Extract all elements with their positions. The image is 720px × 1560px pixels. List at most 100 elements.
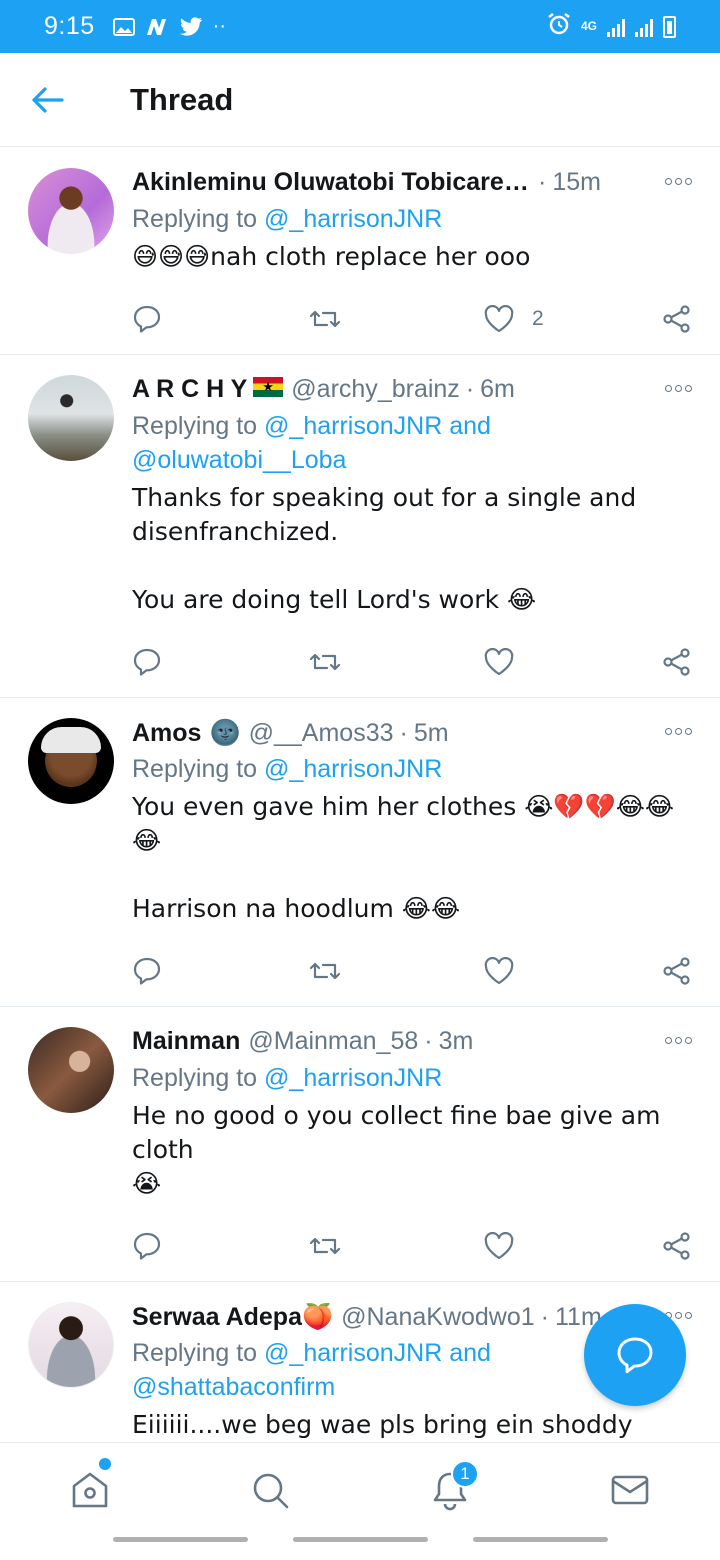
status-bar: 9:15 ·· 4G [0, 0, 720, 53]
reply-icon [133, 648, 161, 676]
retweet-button[interactable] [308, 304, 484, 334]
replying-to-label: Replying to [132, 755, 258, 783]
tweet-actions: 2 [132, 284, 696, 354]
reply-mention-link-2[interactable]: @shattabaconfirm [132, 1373, 335, 1401]
more-options-icon[interactable] [665, 385, 692, 392]
more-options-icon[interactable] [665, 728, 692, 735]
name-emoji: 🍑 [301, 1302, 334, 1331]
heart-icon [484, 305, 514, 333]
tweet-author-name[interactable]: Serwaa Adepa [132, 1303, 302, 1332]
retweet-button[interactable] [308, 647, 484, 677]
tweet-author-name[interactable]: A R C H Y [132, 375, 247, 404]
signal-icon [607, 17, 625, 37]
ghana-flag-emoji [253, 377, 284, 397]
avatar[interactable] [28, 1027, 114, 1113]
tweet-item[interactable]: Mainman @Mainman_58 · 3m Replying to @_h… [0, 1007, 720, 1282]
replying-to-label: Replying to [132, 1339, 258, 1367]
notification-badge: 1 [451, 1460, 479, 1488]
back-arrow-icon[interactable] [30, 70, 90, 130]
tweet-text: He no good o you collect fine bae give a… [132, 1101, 661, 1198]
gesture-bar [0, 1537, 720, 1542]
heart-icon [484, 1232, 514, 1260]
like-count: 2 [532, 307, 544, 330]
tweet-author-handle[interactable]: @Mainman_58 [248, 1027, 418, 1056]
messages-icon [611, 1475, 649, 1505]
tweet-author-name[interactable]: Amos [132, 719, 201, 748]
share-icon [663, 305, 690, 333]
tweet-time: 6m [480, 375, 515, 403]
tweet-actions [132, 1211, 696, 1281]
share-button[interactable] [662, 647, 692, 677]
search-icon [253, 1473, 289, 1509]
page-title: Thread [130, 81, 234, 117]
reply-button[interactable] [132, 956, 308, 986]
reply-icon [133, 957, 161, 985]
like-button[interactable] [484, 648, 660, 676]
retweet-icon [309, 310, 341, 328]
share-button[interactable] [662, 304, 692, 334]
more-options-icon[interactable] [665, 1037, 692, 1044]
share-icon [663, 648, 690, 676]
retweet-icon [309, 962, 341, 980]
share-button[interactable] [662, 1231, 692, 1261]
heart-icon [484, 648, 514, 676]
like-button[interactable]: 2 [484, 305, 660, 333]
nav-messages[interactable] [540, 1469, 720, 1511]
tweet-author-name[interactable]: Akinleminu Oluwatobi Tobicares … [132, 168, 532, 197]
tweet-text: 😅😅😅nah cloth replace her ooo [132, 242, 531, 271]
compose-reply-button[interactable] [584, 1304, 686, 1406]
tweet-author-handle[interactable]: @archy_brainz [291, 375, 460, 404]
more-options-icon[interactable] [665, 178, 692, 185]
share-button[interactable] [662, 956, 692, 986]
tweet-time: 15m [552, 168, 601, 196]
reply-mention-link[interactable]: @_harrisonJNR [264, 205, 442, 233]
avatar[interactable] [28, 718, 114, 804]
tweet-thread: Akinleminu Oluwatobi Tobicares … · 15m R… [0, 148, 720, 1477]
tweet-item[interactable]: A R C H Y @archy_brainz · 6m Replying to… [0, 355, 720, 698]
tweet-time: 3m [438, 1027, 474, 1055]
tweet-item[interactable]: Amos 🌚 @__Amos33 · 5m Replying to @_harr… [0, 698, 720, 1007]
avatar[interactable] [28, 375, 114, 461]
nav-notifications[interactable] [360, 1469, 540, 1511]
nav-search[interactable] [180, 1469, 360, 1511]
replying-to: Replying to @_harrisonJNR [132, 1061, 696, 1095]
meta-separator: · [465, 375, 475, 403]
reply-mention-link[interactable]: @_harrisonJNR and [264, 412, 491, 440]
bottom-navigation: 1 [0, 1442, 720, 1560]
top-app-bar: Thread [0, 53, 720, 147]
retweet-icon [309, 1237, 341, 1255]
replying-to: Replying to @_harrisonJNR [132, 752, 696, 786]
meta-separator: · [424, 1027, 433, 1055]
tweet-item[interactable]: Akinleminu Oluwatobi Tobicares … · 15m R… [0, 148, 720, 355]
gallery-icon [112, 17, 135, 36]
avatar[interactable] [28, 1302, 114, 1388]
reply-mention-link[interactable]: @_harrisonJNR [264, 755, 442, 783]
reply-mention-link-2[interactable]: @oluwatobi__Loba [132, 446, 346, 474]
retweet-button[interactable] [308, 1231, 484, 1261]
avatar[interactable] [28, 168, 114, 254]
reply-mention-link[interactable]: @_harrisonJNR and [264, 1339, 491, 1367]
reply-bubble-icon [617, 1337, 653, 1374]
like-button[interactable] [484, 957, 660, 985]
reply-button[interactable] [132, 1231, 308, 1261]
meta-separator: · [399, 719, 408, 747]
replying-to-label: Replying to [132, 205, 258, 233]
tweet-actions [132, 936, 696, 1006]
retweet-button[interactable] [308, 956, 484, 986]
tweet-time: 5m [413, 719, 449, 747]
like-button[interactable] [484, 1232, 660, 1260]
battery-icon [663, 15, 676, 38]
nav-home[interactable] [0, 1469, 180, 1511]
meta-separator: · [538, 168, 547, 196]
reply-button[interactable] [132, 304, 308, 334]
home-icon [72, 1472, 108, 1508]
reply-button[interactable] [132, 647, 308, 677]
tweet-author-handle[interactable]: @__Amos33 [249, 719, 394, 748]
reply-mention-link[interactable]: @_harrisonJNR [264, 1064, 442, 1092]
reply-icon [133, 305, 161, 333]
tweet-author-name[interactable]: Mainman [132, 1027, 240, 1056]
reply-icon [133, 1232, 161, 1260]
tweet-text: Thanks for speaking out for a single and… [132, 483, 637, 614]
n-app-icon [145, 17, 169, 37]
tweet-author-handle[interactable]: @NanaKwodwo1 [341, 1303, 535, 1332]
